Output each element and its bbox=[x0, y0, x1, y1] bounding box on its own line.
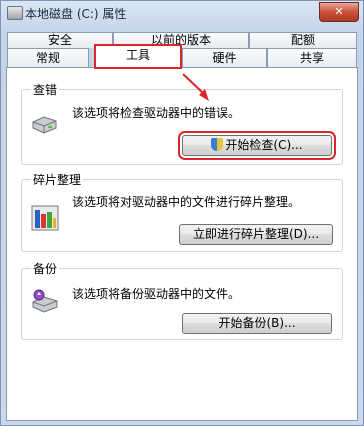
shield-icon bbox=[211, 138, 224, 151]
check-now-label: 开始检查(C)... bbox=[225, 138, 303, 152]
tab-tools[interactable]: 工具 bbox=[94, 44, 182, 69]
window-title: 本地磁盘 (C:) 属性 bbox=[25, 7, 127, 21]
error-checking-label: 查错 bbox=[31, 81, 60, 98]
backup-group: 备份 该选项将备份驱动器中的文件。 开始备份(B)... bbox=[21, 260, 343, 340]
title-bar[interactable]: 本地磁盘 (C:) 属性 ✕ bbox=[1, 1, 363, 25]
backup-description: 该选项将备份驱动器中的文件。 bbox=[72, 287, 241, 301]
backup-icon bbox=[32, 289, 58, 313]
defragmentation-label: 碎片整理 bbox=[31, 171, 84, 188]
backup-now-button[interactable]: 开始备份(B)... bbox=[182, 313, 332, 334]
tab-general[interactable]: 常规 bbox=[7, 48, 89, 68]
properties-window: 本地磁盘 (C:) 属性 ✕ 安全 以前的版本 配额 常规 工具 硬件 共享 查… bbox=[0, 0, 364, 426]
defragment-now-button[interactable]: 立即进行碎片整理(D)... bbox=[179, 224, 333, 245]
drive-title-icon bbox=[7, 6, 23, 20]
annotation-arrow bbox=[182, 73, 209, 101]
defragmentation-description: 该选项将对驱动器中的文件进行碎片整理。 bbox=[72, 195, 301, 209]
backup-label: 备份 bbox=[31, 260, 60, 277]
tab-hardware[interactable]: 硬件 bbox=[182, 48, 267, 68]
defrag-icon bbox=[31, 205, 59, 231]
tools-tab-panel: 查错 该选项将检查驱动器中的错误。 开始检查(C)... 碎片整理 该选项将对驱… bbox=[6, 67, 358, 421]
close-button[interactable]: ✕ bbox=[319, 2, 359, 22]
tab-sharing[interactable]: 共享 bbox=[267, 48, 357, 68]
defragmentation-group: 碎片整理 该选项将对驱动器中的文件进行碎片整理。 立即进行碎片整理(D)... bbox=[21, 171, 343, 252]
check-now-button[interactable]: 开始检查(C)... bbox=[178, 131, 336, 160]
tab-quota[interactable]: 配额 bbox=[249, 32, 357, 48]
drive-icon bbox=[32, 116, 57, 134]
